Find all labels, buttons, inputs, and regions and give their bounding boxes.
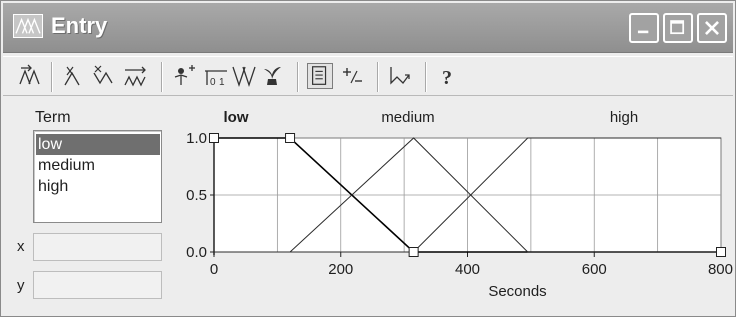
mirror-term-button[interactable]	[231, 63, 257, 89]
title-bar[interactable]: Entry	[3, 3, 733, 53]
y-tick-label: 0.0	[186, 244, 207, 261]
x-tick-label: 800	[708, 261, 733, 278]
fuzzy-set-icon[interactable]	[13, 14, 43, 38]
help-icon: ?	[442, 67, 452, 89]
plant-icon	[264, 67, 281, 85]
membership-chart[interactable]: 0.0 0.5 1.0 0 200 400 600 800 Seconds low medium hi…	[169, 104, 733, 315]
add-term-button[interactable]	[17, 63, 43, 89]
svg-text:0: 0	[210, 77, 216, 88]
svg-text:1: 1	[219, 77, 225, 88]
plus-minus-button[interactable]	[339, 63, 365, 89]
toolbar: 0 1 ?	[3, 56, 733, 96]
plus-minus-icon	[343, 68, 362, 84]
minimize-icon	[637, 30, 649, 34]
x-tick-label: 400	[455, 261, 480, 278]
term-header-low[interactable]: low	[224, 109, 249, 126]
control-point-handle[interactable]	[716, 247, 726, 257]
maximize-icon	[670, 20, 685, 35]
staircase-button[interactable]	[123, 63, 149, 89]
edit-term-button[interactable]	[61, 63, 87, 89]
edit-term-icon	[64, 66, 80, 86]
y-input[interactable]	[33, 271, 162, 299]
y-tick-label: 0.5	[186, 187, 207, 204]
term-list-button[interactable]	[307, 63, 333, 89]
x-tick-label: 200	[328, 261, 353, 278]
x-input[interactable]	[33, 233, 162, 261]
add-shape-icon	[93, 65, 113, 85]
close-icon	[705, 21, 719, 35]
y-tick-label: 1.0	[186, 130, 207, 147]
entry-window: Entry 0 1 ? Term low medium high x y 0.0…	[0, 0, 736, 317]
control-point-handle[interactable]	[408, 247, 419, 257]
curve-icon	[390, 67, 410, 85]
insert-point-button[interactable]: 0 1	[203, 63, 229, 89]
move-point-button[interactable]	[171, 63, 197, 89]
y-label: y	[17, 277, 25, 294]
maximize-button[interactable]	[663, 13, 693, 43]
term-header-medium[interactable]: medium	[381, 109, 434, 126]
add-term-icon	[19, 64, 40, 85]
term-item-high[interactable]: high	[36, 176, 160, 197]
term-item-medium[interactable]: medium	[36, 155, 160, 176]
move-point-icon	[174, 65, 195, 85]
term-item-low[interactable]: low	[36, 134, 160, 155]
x-axis-label: Seconds	[488, 283, 546, 300]
control-point-handle[interactable]	[209, 133, 219, 143]
mirror-term-icon	[232, 66, 256, 88]
minimize-button[interactable]	[629, 13, 659, 43]
x-label: x	[17, 238, 25, 255]
help-button[interactable]: ?	[435, 63, 461, 89]
x-tick-label: 600	[582, 261, 607, 278]
close-button[interactable]	[697, 13, 727, 43]
curve-button[interactable]	[387, 63, 413, 89]
staircase-icon	[124, 66, 146, 87]
term-list[interactable]: low medium high	[33, 130, 162, 223]
add-shape-button[interactable]	[91, 63, 117, 89]
editor-body: Term low medium high x y 0.0 0.5 1.0 0 200 40…	[3, 98, 733, 315]
term-list-icon	[312, 66, 327, 85]
control-point-handle[interactable]	[285, 133, 296, 143]
plant-button[interactable]	[259, 63, 285, 89]
x-tick-label: 0	[210, 261, 218, 278]
window-title: Entry	[51, 13, 108, 38]
svg-text:?: ?	[442, 67, 452, 89]
insert-point-icon: 0 1	[205, 70, 227, 88]
term-label: Term	[35, 109, 71, 126]
term-header-high[interactable]: high	[610, 109, 638, 126]
